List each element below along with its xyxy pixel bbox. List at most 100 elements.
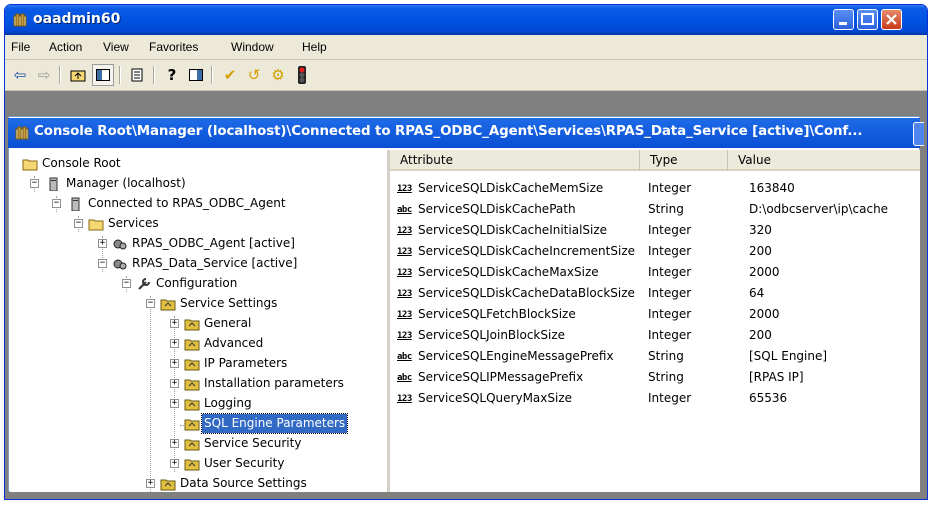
tree-label: Service Settings (180, 296, 278, 310)
forward-arrow-icon: ⇨ (37, 66, 51, 84)
settings-folder-icon (184, 359, 200, 371)
tree-pane[interactable]: Console Root − Manager (localhost) − Con… (10, 150, 390, 492)
settings-folder-icon (160, 479, 176, 491)
maximize-icon (861, 13, 874, 25)
close-button[interactable] (881, 9, 902, 30)
minimize-button[interactable] (833, 9, 854, 30)
collapse-toggle[interactable]: − (122, 279, 131, 288)
show-hide-tree-button[interactable] (92, 64, 114, 86)
attribute-value: 163840 (749, 181, 795, 195)
title-bar[interactable]: oaadmin60 (5, 5, 927, 35)
reload-button[interactable]: ↺ (243, 64, 265, 86)
forward-button[interactable]: ⇨ (33, 64, 55, 86)
attribute-name: ServiceSQLDiskCacheMemSize (418, 181, 604, 195)
collapse-toggle[interactable]: − (98, 259, 107, 268)
expand-toggle[interactable]: + (170, 359, 179, 368)
app-icon (13, 13, 27, 27)
back-button[interactable]: ⇦ (9, 64, 31, 86)
export-list-button[interactable] (127, 64, 149, 86)
attribute-name: ServiceSQLDiskCachePath (418, 202, 576, 216)
menu-view[interactable]: View (103, 40, 129, 54)
attribute-value: 65536 (749, 391, 788, 405)
expand-toggle[interactable]: + (146, 479, 155, 488)
attribute-type: Integer (648, 286, 692, 300)
tree-label: Connected to RPAS_ODBC_Agent (88, 196, 286, 210)
column-header-type[interactable]: Type (640, 150, 728, 171)
tree-label: Service Security (204, 436, 302, 450)
settings-button[interactable]: ⚙ (267, 64, 289, 86)
tree-label: RPAS_ODBC_Agent [active] (132, 236, 295, 250)
child-window-title-bar[interactable]: Console Root\Manager (localhost)\Connect… (8, 118, 924, 148)
menu-favorites[interactable]: Favorites (149, 40, 198, 54)
expand-toggle[interactable]: + (170, 379, 179, 388)
table-row[interactable]: abc ServiceSQLDiskCachePath String D:\odb… (390, 199, 920, 220)
expand-toggle[interactable]: + (98, 239, 107, 248)
traffic-light-icon (298, 66, 306, 84)
table-row[interactable]: 123 ServiceSQLDiskCacheDataBlockSize Inte… (390, 283, 920, 304)
menu-window[interactable]: Window (231, 40, 274, 54)
server-icon (71, 197, 80, 211)
attribute-value: [RPAS IP] (749, 370, 804, 384)
menu-help[interactable]: Help (302, 40, 327, 54)
collapse-toggle[interactable]: − (52, 199, 61, 208)
expand-toggle[interactable]: + (170, 399, 179, 408)
collapse-toggle[interactable]: − (146, 299, 155, 308)
tree-label: Services (108, 216, 159, 230)
tree-label: General (204, 316, 252, 330)
table-row[interactable]: 123 ServiceSQLDiskCacheIncrementSize Inte… (390, 241, 920, 262)
expand-toggle[interactable]: + (170, 319, 179, 328)
attribute-list[interactable]: Attribute Type Value 123 ServiceSQLDiskCa… (390, 150, 920, 492)
column-header-attribute[interactable]: Attribute (390, 150, 640, 171)
table-row[interactable]: 123 ServiceSQLJoinBlockSize Integer 200 (390, 325, 920, 346)
string-type-icon: abc (397, 372, 412, 383)
table-row[interactable]: 123 ServiceSQLFetchBlockSize Integer 2000 (390, 304, 920, 325)
tree-line (150, 296, 151, 492)
collapse-toggle[interactable]: − (30, 179, 39, 188)
menu-bar: File Action View Favorites Window Help (5, 35, 927, 60)
attribute-type: String (648, 370, 684, 384)
attribute-value: 320 (749, 223, 772, 237)
attribute-name: ServiceSQLFetchBlockSize (418, 307, 576, 321)
menu-action[interactable]: Action (49, 40, 82, 54)
collapse-toggle[interactable]: − (74, 219, 83, 228)
check-button[interactable]: ✔ (219, 64, 241, 86)
help-button[interactable]: ? (161, 64, 183, 86)
attribute-type: Integer (648, 328, 692, 342)
integer-type-icon: 123 (397, 330, 412, 341)
tree-label: User Security (204, 456, 285, 470)
expand-toggle[interactable]: + (170, 459, 179, 468)
integer-type-icon: 123 (397, 267, 412, 278)
attribute-name: ServiceSQLDiskCacheInitialSize (418, 223, 608, 237)
tree-label: Configuration (156, 276, 238, 290)
back-arrow-icon: ⇦ (13, 66, 27, 84)
child-window-minimize-button[interactable] (913, 122, 924, 146)
table-row[interactable]: 123 ServiceSQLDiskCacheInitialSize Intege… (390, 220, 920, 241)
attribute-value: 200 (749, 328, 772, 342)
attribute-type: Integer (648, 391, 692, 405)
menu-file[interactable]: File (11, 40, 30, 54)
maximize-button[interactable] (857, 9, 878, 30)
table-row[interactable]: 123 ServiceSQLQueryMaxSize Integer 65536 (390, 388, 920, 409)
table-row[interactable]: abc ServiceSQLIPMessagePrefix String [RPA… (390, 367, 920, 388)
integer-type-icon: 123 (397, 246, 412, 257)
up-one-level-button[interactable] (67, 64, 89, 86)
table-row[interactable]: abc ServiceSQLEngineMessagePrefix String … (390, 346, 920, 367)
column-header-value[interactable]: Value (728, 150, 920, 171)
attribute-name: ServiceSQLJoinBlockSize (418, 328, 566, 342)
table-row[interactable]: 123 ServiceSQLDiskCacheMemSize Integer 16… (390, 178, 920, 199)
console-icon (15, 126, 29, 140)
attribute-type: Integer (648, 265, 692, 279)
integer-type-icon: 123 (397, 225, 412, 236)
reload-icon: ↺ (247, 66, 261, 84)
status-button[interactable] (291, 64, 313, 86)
properties-pane-icon (189, 69, 203, 81)
table-row[interactable]: 123 ServiceSQLDiskCacheMaxSize Integer 20… (390, 262, 920, 283)
properties-pane-button[interactable] (185, 64, 207, 86)
tree-label: IP Parameters (204, 356, 288, 370)
wrench-icon (138, 278, 150, 290)
expand-toggle[interactable]: + (170, 339, 179, 348)
settings-gear-icon: ⚙ (271, 66, 285, 84)
integer-type-icon: 123 (397, 288, 412, 299)
expand-toggle[interactable]: + (170, 439, 179, 448)
settings-folder-icon (184, 379, 200, 391)
